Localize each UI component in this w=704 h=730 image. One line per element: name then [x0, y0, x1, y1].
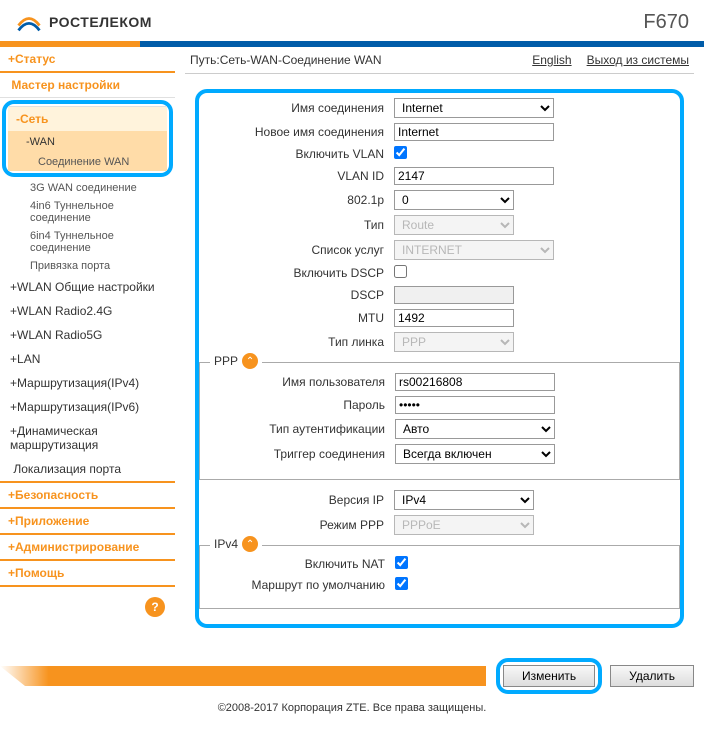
english-link[interactable]: English	[532, 53, 571, 67]
ppp-user-label: Имя пользователя	[200, 375, 395, 389]
p8021-label: 802.1p	[199, 193, 394, 207]
dscp-label: DSCP	[199, 288, 394, 302]
dscp-enable-checkbox[interactable]	[394, 265, 407, 278]
sidebar-lan[interactable]: +LAN	[0, 347, 175, 371]
sidebar-routing4[interactable]: +Маршрутизация(IPv4)	[0, 371, 175, 395]
sidebar-dynrouting[interactable]: +Динамическая маршрутизация	[0, 419, 175, 457]
type-select: Route	[394, 215, 514, 235]
sidebar-wan-4in6[interactable]: 4in6 Туннельное соединение	[0, 197, 175, 227]
mtu-label: MTU	[199, 311, 394, 325]
logo: РОСТЕЛЕКОМ	[15, 8, 152, 36]
ipv4-legend: IPv4	[214, 537, 238, 551]
conn-name-select[interactable]: Internet	[394, 98, 554, 118]
sidebar-wan-conn[interactable]: Соединение WAN	[8, 153, 167, 171]
highlight-form: Имя соединенияInternet Новое имя соедине…	[195, 89, 684, 628]
sidebar-wizard[interactable]: Мастер настройки	[0, 73, 175, 98]
sidebar-status[interactable]: +Статус	[0, 47, 175, 73]
help-icon[interactable]: ?	[145, 597, 165, 617]
delete-button[interactable]: Удалить	[610, 665, 694, 687]
vlan-enable-label: Включить VLAN	[199, 147, 394, 161]
sidebar-wan-portbind[interactable]: Привязка порта	[0, 257, 175, 275]
model-label: F670	[643, 11, 689, 34]
ipv4-fieldset: IPv4⌃ Включить NAT Маршрут по умолчанию	[199, 545, 680, 609]
link-type-select: PPP	[394, 332, 514, 352]
apply-button[interactable]: Изменить	[503, 665, 595, 687]
sidebar-routing6[interactable]: +Маршрутизация(IPv6)	[0, 395, 175, 419]
services-select: INTERNET	[394, 240, 554, 260]
sidebar-wlan5[interactable]: +WLAN Radio5G	[0, 323, 175, 347]
conn-name-label: Имя соединения	[199, 101, 394, 115]
sidebar-portloc[interactable]: Локализация порта	[0, 457, 175, 481]
new-name-input[interactable]	[394, 123, 554, 141]
path-bar: Путь:Сеть-WAN-Соединение WAN English Вых…	[185, 47, 694, 74]
sidebar-wan-6in4[interactable]: 6in4 Туннельное соединение	[0, 227, 175, 257]
sidebar-wlan-common[interactable]: +WLAN Общие настройки	[0, 275, 175, 299]
logout-link[interactable]: Выход из системы	[587, 53, 689, 67]
vlan-id-input[interactable]	[394, 167, 554, 185]
ppp-legend: PPP	[214, 354, 238, 368]
dscp-enable-label: Включить DSCP	[199, 266, 394, 280]
content: Путь:Сеть-WAN-Соединение WAN English Вых…	[175, 47, 704, 638]
auth-select[interactable]: Авто	[395, 419, 555, 439]
sidebar-wlan24[interactable]: +WLAN Radio2.4G	[0, 299, 175, 323]
sidebar-help[interactable]: +Помощь	[0, 559, 175, 587]
ppp-pass-label: Пароль	[200, 398, 395, 412]
ppp-pass-input[interactable]	[395, 396, 555, 414]
defroute-label: Маршрут по умолчанию	[200, 578, 395, 592]
ipver-select[interactable]: IPv4	[394, 490, 534, 510]
sidebar-security[interactable]: +Безопасность	[0, 481, 175, 507]
type-label: Тип	[199, 218, 394, 232]
mtu-input[interactable]	[394, 309, 514, 327]
highlight-nav: -Сеть -WAN Соединение WAN	[2, 100, 173, 177]
brand-text: РОСТЕЛЕКОМ	[49, 14, 152, 30]
dscp-input	[394, 286, 514, 304]
collapse-icon[interactable]: ⌃	[242, 353, 258, 369]
highlight-apply: Изменить	[496, 658, 602, 694]
pppmode-select: PPPoE	[394, 515, 534, 535]
bottom-bar: Изменить Удалить	[0, 658, 704, 694]
new-name-label: Новое имя соединения	[199, 125, 394, 139]
ipver-label: Версия IP	[199, 493, 394, 507]
ppp-fieldset: PPP⌃ Имя пользователя Пароль Тип аутенти…	[199, 362, 680, 480]
sidebar-wan-3g[interactable]: 3G WAN соединение	[0, 179, 175, 197]
link-type-label: Тип линка	[199, 335, 394, 349]
sidebar: +Статус Мастер настройки -Сеть -WAN Соед…	[0, 47, 175, 638]
nat-label: Включить NAT	[200, 557, 395, 571]
pppmode-label: Режим PPP	[199, 518, 394, 532]
auth-label: Тип аутентификации	[200, 422, 395, 436]
collapse-icon[interactable]: ⌃	[242, 536, 258, 552]
header: РОСТЕЛЕКОМ F670	[0, 0, 704, 41]
defroute-checkbox[interactable]	[395, 577, 408, 590]
breadcrumb: Путь:Сеть-WAN-Соединение WAN	[190, 53, 382, 67]
rostelecom-logo-icon	[15, 8, 43, 36]
ppp-user-input[interactable]	[395, 373, 555, 391]
trigger-select[interactable]: Всегда включен	[395, 444, 555, 464]
p8021-select[interactable]: 0	[394, 190, 514, 210]
bottom-stripe	[0, 666, 486, 686]
vlan-id-label: VLAN ID	[199, 169, 394, 183]
trigger-label: Триггер соединения	[200, 447, 395, 461]
sidebar-app[interactable]: +Приложение	[0, 507, 175, 533]
nat-checkbox[interactable]	[395, 556, 408, 569]
services-label: Список услуг	[199, 243, 394, 257]
sidebar-network[interactable]: -Сеть	[8, 106, 167, 131]
sidebar-wan[interactable]: -WAN	[8, 131, 167, 153]
footer: ©2008-2017 Корпорация ZTE. Все права защ…	[0, 694, 704, 722]
sidebar-admin[interactable]: +Администрирование	[0, 533, 175, 559]
vlan-enable-checkbox[interactable]	[394, 146, 407, 159]
